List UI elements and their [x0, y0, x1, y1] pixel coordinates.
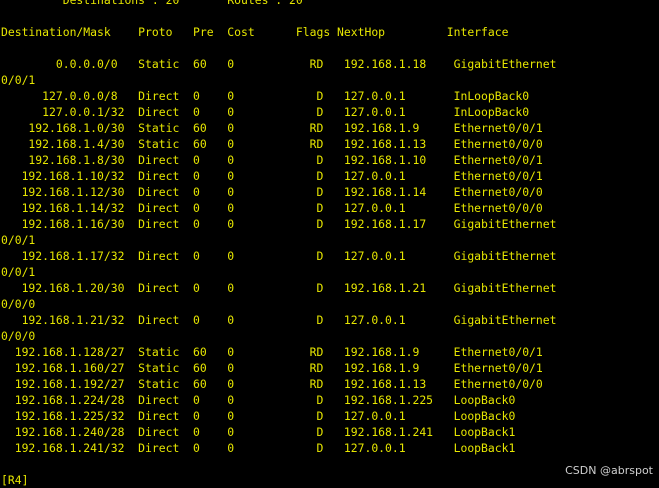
- route-line: 192.168.1.225/32 Direct 0 0 D 127.0.0.1 …: [1, 409, 516, 423]
- route-line: 192.168.1.12/30 Direct 0 0 D 192.168.1.1…: [1, 185, 543, 199]
- watermark: CSDN @abrspot: [565, 464, 653, 477]
- route-line: 192.168.1.128/27 Static 60 0 RD 192.168.…: [1, 345, 543, 359]
- route-line: 192.168.1.21/32 Direct 0 0 D 127.0.0.1 G…: [1, 313, 557, 327]
- route-line: 192.168.1.160/27 Static 60 0 RD 192.168.…: [1, 361, 543, 375]
- route-line: 0/0/0: [1, 297, 36, 311]
- route-line: 192.168.1.241/32 Direct 0 0 D 127.0.0.1 …: [1, 441, 516, 455]
- route-line: 192.168.1.20/30 Direct 0 0 D 192.168.1.2…: [1, 281, 557, 295]
- route-line: 127.0.0.0/8 Direct 0 0 D 127.0.0.1 InLoo…: [1, 89, 530, 103]
- route-line: 0/0/1: [1, 265, 36, 279]
- table-header: Destination/Mask Proto Pre Cost Flags Ne…: [1, 25, 509, 39]
- route-line: 192.168.1.4/30 Static 60 0 RD 192.168.1.…: [1, 137, 543, 151]
- route-line: 192.168.1.224/28 Direct 0 0 D 192.168.1.…: [1, 393, 516, 407]
- route-line: 192.168.1.0/30 Static 60 0 RD 192.168.1.…: [1, 121, 543, 135]
- route-line: 0/0/1: [1, 73, 36, 87]
- terminal-window[interactable]: Destinations : 20 Routes : 20 Destinatio…: [0, 0, 659, 488]
- route-line: 192.168.1.240/28 Direct 0 0 D 192.168.1.…: [1, 425, 516, 439]
- route-line: 0.0.0.0/0 Static 60 0 RD 192.168.1.18 Gi…: [1, 57, 557, 71]
- route-line: 192.168.1.192/27 Static 60 0 RD 192.168.…: [1, 377, 543, 391]
- route-line: 192.168.1.8/30 Direct 0 0 D 192.168.1.10…: [1, 153, 543, 167]
- route-line: 127.0.0.1/32 Direct 0 0 D 127.0.0.1 InLo…: [1, 105, 530, 119]
- command-prompt[interactable]: [R4]: [1, 472, 28, 488]
- summary-line: Destinations : 20 Routes : 20: [1, 0, 303, 7]
- route-line: 0/0/0: [1, 329, 36, 343]
- route-line: 192.168.1.16/30 Direct 0 0 D 192.168.1.1…: [1, 217, 557, 231]
- route-line: 192.168.1.10/32 Direct 0 0 D 127.0.0.1 E…: [1, 169, 543, 183]
- route-line: 0/0/1: [1, 233, 36, 247]
- route-line: 192.168.1.14/32 Direct 0 0 D 127.0.0.1 E…: [1, 201, 543, 215]
- route-line: 192.168.1.17/32 Direct 0 0 D 127.0.0.1 G…: [1, 249, 557, 263]
